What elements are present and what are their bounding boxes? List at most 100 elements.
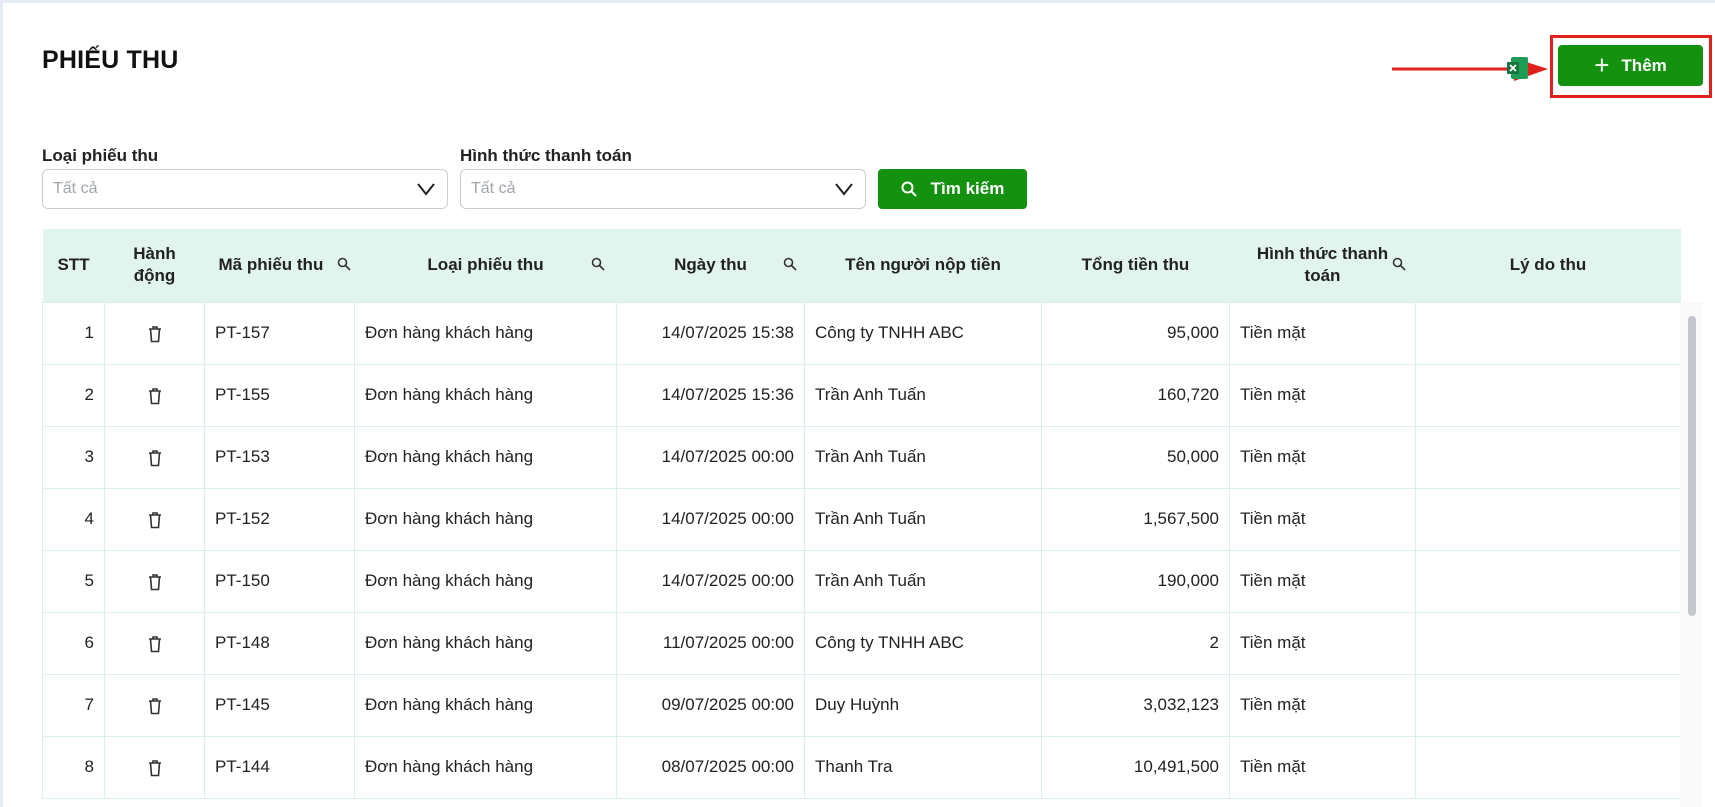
search-icon[interactable] <box>1392 257 1406 271</box>
search-icon[interactable] <box>337 257 351 271</box>
cell-reason <box>1415 425 1681 489</box>
cell-code[interactable]: PT-153 <box>204 425 355 489</box>
cell-method: Tiền mặt <box>1229 735 1416 799</box>
cell-total: 2 <box>1041 611 1230 675</box>
cell-stt: 6 <box>42 611 105 675</box>
excel-icon[interactable] <box>1507 56 1529 80</box>
page-title: PHIẾU THU <box>42 46 179 74</box>
table-row[interactable]: 1 PT-157 Đơn hàng khách hàng 14/07/2025 15:… <box>42 301 1681 365</box>
table-row[interactable]: 6 PT-148 Đơn hàng khách hàng 11/07/2025 00:… <box>42 611 1681 675</box>
table-row[interactable]: 4 PT-152 Đơn hàng khách hàng 14/07/2025 00:… <box>42 487 1681 551</box>
trash-icon[interactable] <box>147 573 163 591</box>
col-reason: Lý do thu <box>1509 255 1587 275</box>
search-button[interactable]: Tìm kiếm <box>878 169 1027 209</box>
trash-icon[interactable] <box>147 387 163 405</box>
col-method: Hình thức thanh toán <box>1230 229 1416 302</box>
cell-action <box>104 673 205 737</box>
cell-type: Đơn hàng khách hàng <box>354 549 617 613</box>
cell-code[interactable]: PT-150 <box>204 549 355 613</box>
cell-action <box>104 611 205 675</box>
cell-date: 08/07/2025 00:00 <box>616 735 805 799</box>
cell-type: Đơn hàng khách hàng <box>354 611 617 675</box>
cell-method: Tiền mặt <box>1229 549 1416 613</box>
cell-total: 3,032,123 <box>1041 673 1230 737</box>
cell-reason <box>1415 735 1681 799</box>
col-date: Ngày thu <box>617 229 805 302</box>
cell-date: 09/07/2025 00:00 <box>616 673 805 737</box>
col-type: Loại phiếu thu <box>355 229 617 302</box>
payment-method-placeholder: Tất cả <box>471 180 516 197</box>
payment-method-label: Hình thức thanh toán <box>460 146 632 165</box>
cell-payer: Công ty TNHH ABC <box>804 301 1042 365</box>
col-action: Hành động <box>105 229 205 302</box>
col-payer: Tên người nộp tiền <box>845 255 1001 275</box>
cell-date: 14/07/2025 15:38 <box>616 301 805 365</box>
scrollbar-thumb[interactable] <box>1688 316 1696 616</box>
cell-code[interactable]: PT-152 <box>204 487 355 551</box>
plus-icon: + <box>1594 49 1610 80</box>
payment-method-select[interactable]: Tất cả <box>460 169 866 209</box>
table-header-row: STT Hành động Mã phiếu thu Loại phiếu thu… <box>42 229 1681 302</box>
trash-icon[interactable] <box>147 511 163 529</box>
cell-method: Tiền mặt <box>1229 301 1416 365</box>
cell-reason <box>1415 673 1681 737</box>
receipt-type-select[interactable]: Tất cả <box>42 169 448 209</box>
cell-type: Đơn hàng khách hàng <box>354 363 617 427</box>
cell-action <box>104 487 205 551</box>
cell-date: 14/07/2025 00:00 <box>616 549 805 613</box>
cell-method: Tiền mặt <box>1229 425 1416 489</box>
trash-icon[interactable] <box>147 325 163 343</box>
trash-icon[interactable] <box>147 697 163 715</box>
cell-payer: Trần Anh Tuấn <box>804 425 1042 489</box>
cell-reason <box>1415 301 1681 365</box>
add-button[interactable]: + Thêm <box>1558 45 1703 86</box>
search-icon[interactable] <box>591 257 605 271</box>
search-icon[interactable] <box>783 257 797 271</box>
cell-date: 11/07/2025 00:00 <box>616 611 805 675</box>
col-method-line2: toán <box>1304 266 1341 286</box>
table-row[interactable]: 7 PT-145 Đơn hàng khách hàng 09/07/2025 00:… <box>42 673 1681 737</box>
cell-action <box>104 549 205 613</box>
cell-code[interactable]: PT-145 <box>204 673 355 737</box>
cell-reason <box>1415 487 1681 551</box>
cell-total: 10,491,500 <box>1041 735 1230 799</box>
cell-payer: Trần Anh Tuấn <box>804 487 1042 551</box>
cell-type: Đơn hàng khách hàng <box>354 425 617 489</box>
col-stt: STT <box>57 255 90 275</box>
trash-icon[interactable] <box>147 759 163 777</box>
table-row[interactable]: 5 PT-150 Đơn hàng khách hàng 14/07/2025 00:… <box>42 549 1681 613</box>
cell-date: 14/07/2025 00:00 <box>616 487 805 551</box>
cell-payer: Công ty TNHH ABC <box>804 611 1042 675</box>
cell-code[interactable]: PT-155 <box>204 363 355 427</box>
col-code: Mã phiếu thu <box>205 229 355 302</box>
cell-method: Tiền mặt <box>1229 363 1416 427</box>
table-row[interactable]: 3 PT-153 Đơn hàng khách hàng 14/07/2025 00:… <box>42 425 1681 489</box>
col-type-label: Loại phiếu thu <box>427 255 544 275</box>
cell-stt: 1 <box>42 301 105 365</box>
cell-type: Đơn hàng khách hàng <box>354 673 617 737</box>
cell-code[interactable]: PT-157 <box>204 301 355 365</box>
col-code-label: Mã phiếu thu <box>218 255 324 275</box>
cell-stt: 8 <box>42 735 105 799</box>
trash-icon[interactable] <box>147 449 163 467</box>
trash-icon[interactable] <box>147 635 163 653</box>
cell-stt: 2 <box>42 363 105 427</box>
cell-method: Tiền mặt <box>1229 673 1416 737</box>
cell-code[interactable]: PT-148 <box>204 611 355 675</box>
cell-total: 95,000 <box>1041 301 1230 365</box>
cell-date: 14/07/2025 15:36 <box>616 363 805 427</box>
cell-total: 160,720 <box>1041 363 1230 427</box>
cell-total: 1,567,500 <box>1041 487 1230 551</box>
cell-reason <box>1415 363 1681 427</box>
table-row[interactable]: 8 PT-144 Đơn hàng khách hàng 08/07/2025 00:… <box>42 735 1681 799</box>
chevron-down-icon <box>835 183 853 196</box>
cell-type: Đơn hàng khách hàng <box>354 487 617 551</box>
cell-code[interactable]: PT-144 <box>204 735 355 799</box>
cell-payer: Thanh Tra <box>804 735 1042 799</box>
cell-type: Đơn hàng khách hàng <box>354 301 617 365</box>
cell-action <box>104 425 205 489</box>
table-row[interactable]: 2 PT-155 Đơn hàng khách hàng 14/07/2025 15:… <box>42 363 1681 427</box>
search-button-label: Tìm kiếm <box>930 179 1005 198</box>
cell-total: 50,000 <box>1041 425 1230 489</box>
search-icon <box>901 181 917 197</box>
